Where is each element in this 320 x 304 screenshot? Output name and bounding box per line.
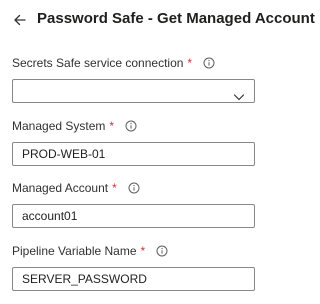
info-icon[interactable]: [128, 182, 140, 194]
required-marker: *: [140, 244, 146, 258]
pipeline-variable-label-row: Pipeline Variable Name *: [12, 243, 255, 259]
service-connection-dropdown[interactable]: [12, 79, 255, 103]
managed-system-label: Managed System: [12, 119, 106, 133]
managed-account-input[interactable]: account01: [12, 204, 255, 228]
service-connection-label: Secrets Safe service connection: [12, 56, 184, 70]
info-icon[interactable]: [203, 57, 215, 69]
service-connection-field: Secrets Safe service connection *: [12, 55, 255, 103]
managed-system-input[interactable]: PROD-WEB-01: [12, 142, 255, 166]
managed-system-label-row: Managed System *: [12, 118, 255, 134]
pipeline-variable-label: Pipeline Variable Name: [12, 244, 137, 258]
pipeline-variable-input[interactable]: SERVER_PASSWORD: [12, 267, 255, 291]
pipeline-variable-value: SERVER_PASSWORD: [22, 272, 147, 286]
managed-account-field: Managed Account * account01: [12, 180, 255, 228]
required-marker: *: [112, 181, 117, 195]
managed-account-label: Managed Account: [12, 181, 109, 195]
managed-system-field: Managed System * PROD-WEB-01: [12, 118, 255, 166]
pipeline-variable-field: Pipeline Variable Name * SERVER_PASSWORD: [12, 243, 255, 291]
managed-account-label-row: Managed Account *: [12, 180, 255, 196]
page-title: Password Safe - Get Managed Account: [37, 10, 315, 27]
managed-account-value: account01: [22, 209, 78, 223]
service-connection-label-row: Secrets Safe service connection *: [12, 55, 255, 71]
required-marker: *: [187, 56, 193, 70]
task-header: Password Safe - Get Managed Account: [0, 0, 315, 40]
arrow-left-icon[interactable]: [12, 12, 28, 28]
required-marker: *: [109, 119, 115, 133]
info-icon[interactable]: [156, 245, 168, 257]
info-icon[interactable]: [125, 120, 137, 132]
managed-system-value: PROD-WEB-01: [22, 147, 106, 161]
chevron-down-icon: [233, 87, 245, 101]
